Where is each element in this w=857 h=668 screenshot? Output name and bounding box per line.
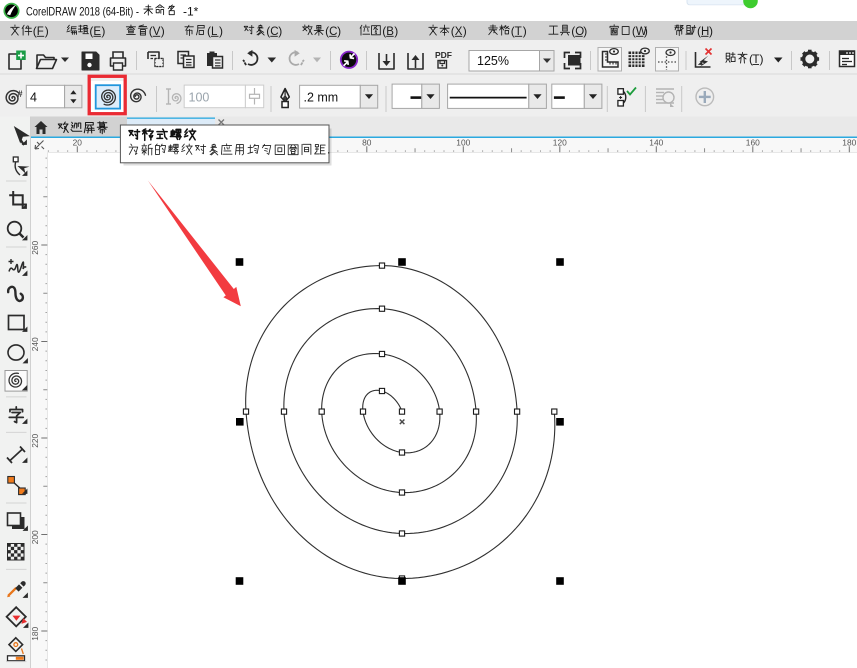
svg-text:.2 mm: .2 mm xyxy=(304,91,339,105)
svg-text:-1*: -1* xyxy=(183,4,199,18)
svg-text:#: # xyxy=(18,89,23,99)
svg-text:): ) xyxy=(523,24,527,38)
svg-text:): ) xyxy=(760,52,764,66)
svg-text:80: 80 xyxy=(362,138,372,148)
svg-text:100: 100 xyxy=(456,138,470,148)
svg-text:180: 180 xyxy=(30,626,40,640)
svg-text:PDF: PDF xyxy=(435,50,452,60)
svg-text:125%: 125% xyxy=(477,54,509,68)
svg-text:): ) xyxy=(337,24,341,38)
svg-text:): ) xyxy=(45,24,49,38)
svg-text:120: 120 xyxy=(553,138,567,148)
svg-text:240: 240 xyxy=(30,337,40,351)
svg-text:160: 160 xyxy=(746,138,760,148)
svg-text:): ) xyxy=(463,24,467,38)
svg-text:260: 260 xyxy=(30,240,40,254)
svg-text:.: . xyxy=(327,142,331,157)
svg-text:CorelDRAW 2018 (64-Bit) -: CorelDRAW 2018 (64-Bit) - xyxy=(26,4,139,18)
svg-text:180: 180 xyxy=(842,138,856,148)
svg-text:): ) xyxy=(394,24,398,38)
svg-text:): ) xyxy=(644,24,648,38)
svg-text:): ) xyxy=(101,24,105,38)
svg-text:100: 100 xyxy=(189,90,210,104)
svg-text:): ) xyxy=(278,24,282,38)
svg-text:200: 200 xyxy=(30,530,40,544)
svg-text:220: 220 xyxy=(30,433,40,447)
svg-text:140: 140 xyxy=(649,138,663,148)
svg-text:20: 20 xyxy=(73,138,83,148)
svg-text:4: 4 xyxy=(30,91,37,105)
svg-text:): ) xyxy=(219,24,223,38)
svg-text:): ) xyxy=(583,24,587,38)
svg-text:): ) xyxy=(161,24,165,38)
svg-text:): ) xyxy=(709,24,713,38)
